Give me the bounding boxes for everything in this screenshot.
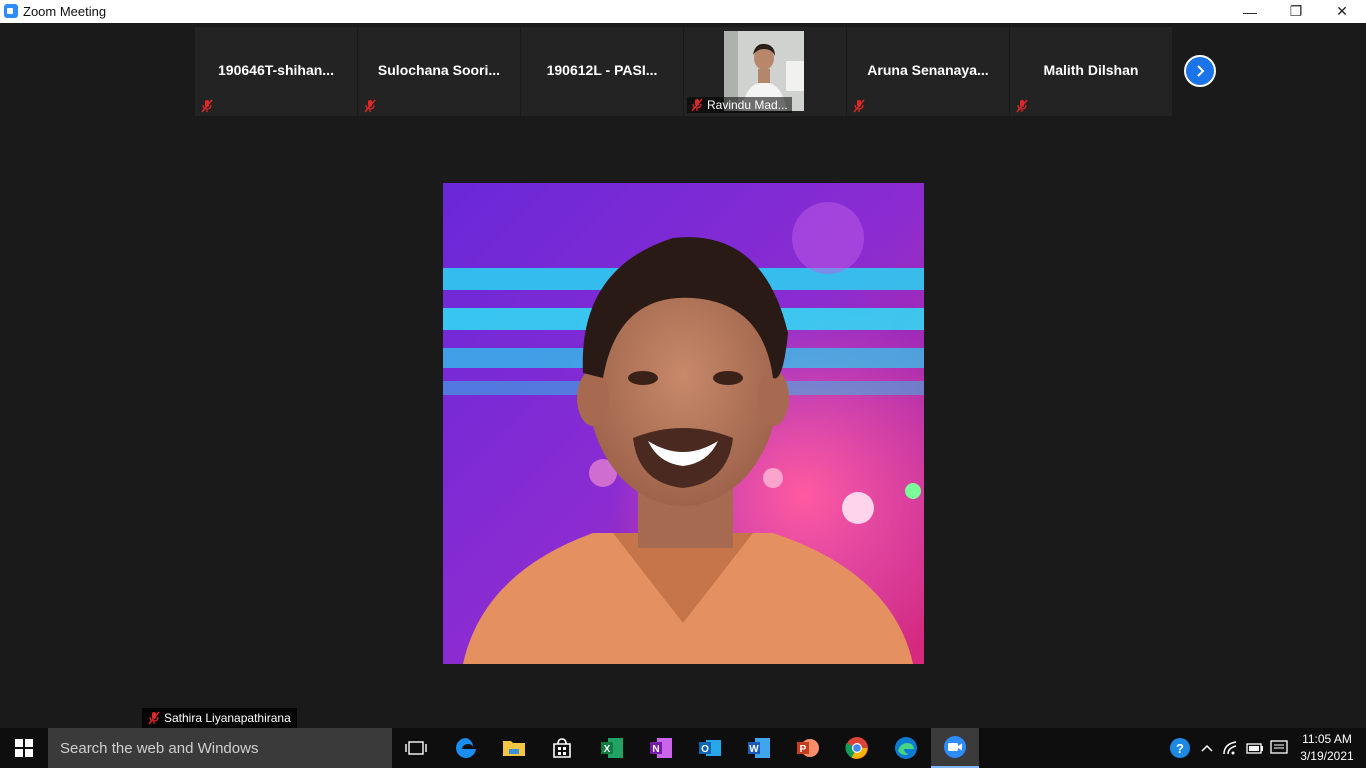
participant-name: 190646T-shihan... [218, 62, 334, 78]
clock-date: 3/19/2021 [1300, 749, 1354, 763]
start-button[interactable] [0, 728, 48, 768]
battery-icon [1246, 743, 1263, 754]
participant-name: Ravindu Mad... [707, 98, 788, 112]
store-button[interactable] [538, 728, 586, 768]
search-box[interactable]: Search the web and Windows [48, 728, 392, 768]
svg-text:X: X [604, 744, 611, 755]
participant-tile-video[interactable]: Ravindu Mad... [684, 27, 846, 116]
title-bar: Zoom Meeting — ❐ ✕ [0, 0, 1366, 23]
svg-text:P: P [800, 744, 807, 755]
participant-tile[interactable]: 190612L - PASI... [521, 27, 683, 116]
taskbar: Search the web and Windows X N O W P ? 1… [0, 728, 1366, 768]
network-button[interactable] [1220, 738, 1242, 758]
outlook-button[interactable]: O [686, 728, 734, 768]
active-speaker-video [443, 183, 924, 664]
excel-icon: X [601, 738, 623, 758]
folder-icon [503, 741, 525, 756]
chrome-button[interactable] [833, 728, 881, 768]
next-page-button[interactable] [1184, 55, 1216, 87]
participant-name: Aruna Senanaya... [867, 62, 989, 78]
show-hidden-icons-button[interactable] [1196, 738, 1218, 758]
word-icon: W [748, 738, 770, 758]
edge-legacy-icon [456, 738, 476, 758]
close-button[interactable]: ✕ [1319, 0, 1365, 23]
participant-tile[interactable]: Sulochana Soori... [358, 27, 520, 116]
task-view-button[interactable] [392, 728, 440, 768]
help-button[interactable]: ? [1169, 738, 1191, 758]
minimize-button[interactable]: — [1227, 0, 1273, 23]
system-clock[interactable]: 11:05 AM 3/19/2021 [1292, 731, 1362, 765]
windows-logo-icon [15, 739, 33, 757]
participant-name-label: Ravindu Mad... [687, 97, 792, 113]
zoom-logo-icon [4, 4, 18, 18]
muted-mic-icon [691, 98, 703, 112]
participant-name: Malith Dilshan [1043, 62, 1139, 78]
window-title: Zoom Meeting [23, 4, 107, 19]
svg-text:W: W [749, 744, 759, 755]
notification-icon [1270, 740, 1288, 754]
help-icon: ? [1170, 738, 1190, 758]
powerpoint-icon: P [797, 739, 819, 757]
task-view-icon [405, 741, 427, 755]
participant-tile[interactable]: 190646T-shihan... [195, 27, 357, 116]
maximize-button[interactable]: ❐ [1273, 0, 1319, 23]
store-icon [553, 738, 571, 758]
participant-tile[interactable]: Malith Dilshan [1010, 27, 1172, 116]
clock-time: 11:05 AM [1302, 732, 1352, 746]
muted-mic-icon [853, 99, 865, 113]
muted-mic-icon [1016, 99, 1028, 113]
word-button[interactable]: W [735, 728, 783, 768]
muted-mic-icon [201, 99, 213, 113]
zoom-button[interactable] [931, 728, 979, 768]
muted-mic-icon [148, 711, 160, 725]
zoom-icon [944, 736, 966, 758]
chrome-icon [845, 737, 868, 759]
active-speaker-name: Sathira Liyanapathirana [164, 711, 291, 725]
chevron-right-icon [1197, 65, 1205, 77]
onenote-icon: N [650, 738, 672, 758]
onenote-button[interactable]: N [637, 728, 685, 768]
file-explorer-button[interactable] [490, 728, 538, 768]
edge-icon [895, 737, 917, 759]
muted-mic-icon [364, 99, 376, 113]
svg-text:N: N [652, 744, 659, 755]
edge-button[interactable] [882, 728, 930, 768]
wifi-icon [1223, 741, 1237, 755]
battery-button[interactable] [1244, 738, 1266, 758]
active-speaker-name-label: Sathira Liyanapathirana [142, 708, 297, 728]
powerpoint-button[interactable]: P [784, 728, 832, 768]
svg-text:O: O [701, 744, 709, 755]
participant-tile[interactable]: Aruna Senanaya... [847, 27, 1009, 116]
outlook-icon: O [699, 740, 721, 756]
action-center-button[interactable] [1268, 738, 1290, 758]
participant-name: 190612L - PASI... [546, 62, 658, 78]
participant-name: Sulochana Soori... [377, 62, 501, 78]
excel-button[interactable]: X [588, 728, 636, 768]
edge-legacy-button[interactable] [442, 728, 490, 768]
chevron-up-icon [1201, 744, 1213, 752]
svg-text:?: ? [1176, 741, 1184, 756]
